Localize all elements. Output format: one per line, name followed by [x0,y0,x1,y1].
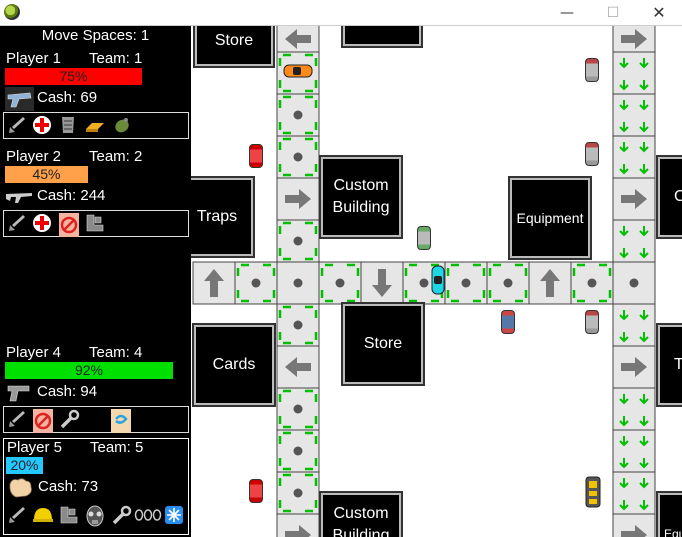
shovel-icon[interactable] [7,409,27,429]
cash-label: Cash: 244 [37,187,106,204]
snowflake-icon[interactable] [164,505,184,525]
shovel-icon[interactable] [7,505,27,525]
player-name: Player 1 [6,50,62,67]
no-entry-card-icon[interactable] [32,409,54,433]
wrench-icon[interactable] [58,409,80,431]
cash-label: Cash: 94 [37,383,98,400]
medkit-icon[interactable] [32,115,52,135]
building-custom-bottom[interactable]: Custom Building [319,491,403,537]
cash-label: Cash: 69 [37,89,98,106]
player-panel: Move Spaces: 1 Player 1 Team: 1 75% Cash… [0,26,191,537]
gas-mask-icon[interactable] [84,505,106,529]
inventory [3,112,189,139]
no-entry-card-icon[interactable] [58,213,80,237]
teleport-card-icon[interactable] [110,409,132,433]
building-right-bottom[interactable]: T [656,323,682,407]
medkit-icon[interactable] [32,213,52,233]
building-store-top[interactable]: Store [193,26,275,68]
building-right-top[interactable]: C [656,155,682,239]
player-name: Player 5 [7,439,63,456]
player-card[interactable]: Player 4 Team: 4 92% Cash: 94 [3,344,189,436]
player-name: Player 4 [6,344,62,361]
boots-icon[interactable] [58,505,80,525]
gold-bar-icon[interactable] [84,115,106,135]
inventory [3,406,189,433]
building-equipment-bottom[interactable]: Equ [656,491,682,537]
cyan-car-token[interactable] [431,265,445,295]
player-team: Team: 2 [89,148,143,165]
building-cards[interactable]: Cards [192,323,276,407]
building-top-middle[interactable] [341,26,423,48]
health-bar: 20% [6,457,43,474]
green-barrel[interactable] [417,226,431,250]
grey-barrel[interactable] [585,142,599,166]
wrench-icon[interactable] [110,505,132,527]
orange-car-token[interactable] [283,64,313,78]
player-card[interactable]: Player 1 Team: 1 75% Cash: 69 [3,50,189,142]
grenade-icon[interactable] [112,115,132,135]
player-card[interactable]: Player 2 Team: 2 45% Cash: 244 [3,148,189,240]
yellow-car-token[interactable] [584,476,602,508]
grey-barrel[interactable] [585,310,599,334]
laser-pistol-icon [5,87,34,111]
player-name: Player 2 [6,148,62,165]
boots-icon[interactable] [84,213,106,233]
health-bar: 92% [5,362,173,379]
player-team: Team: 4 [89,344,143,361]
player-team: Team: 1 [89,50,143,67]
close-button[interactable]: ✕ [636,0,682,26]
grey-barrel[interactable] [585,58,599,82]
game-board[interactable]: Store Custom Building Traps Equipment C … [191,26,682,537]
app-icon [4,4,20,20]
chain-icon[interactable] [134,505,162,525]
health-bar: 75% [5,68,142,85]
building-custom[interactable]: Custom Building [319,155,403,239]
inventory [4,503,190,530]
inventory [3,210,189,237]
main-road[interactable] [192,261,656,305]
player-card-active[interactable]: Player 5 Team: 5 20% Cash: 73 [3,438,189,535]
player-team: Team: 5 [90,439,144,456]
building-traps[interactable]: Traps [191,176,255,258]
shovel-icon[interactable] [7,115,27,135]
armor-icon[interactable] [58,115,78,135]
title-bar: — ☐ ✕ [0,0,682,26]
pistol-icon [7,385,30,402]
building-store[interactable]: Store [341,302,425,386]
health-bar: 45% [5,166,88,183]
maximize-button[interactable]: ☐ [590,0,636,26]
assault-rifle-icon [6,193,32,203]
building-equipment[interactable]: Equipment [508,176,592,260]
minimize-button[interactable]: — [544,0,590,26]
red-barrel[interactable] [249,479,263,503]
red-barrel[interactable] [249,144,263,168]
move-spaces-label: Move Spaces: 1 [41,27,150,44]
fist-icon [9,478,32,498]
shovel-icon[interactable] [7,213,27,233]
blue-barrel[interactable] [501,310,515,334]
helmet-icon[interactable] [32,505,54,525]
cash-label: Cash: 73 [38,478,99,495]
